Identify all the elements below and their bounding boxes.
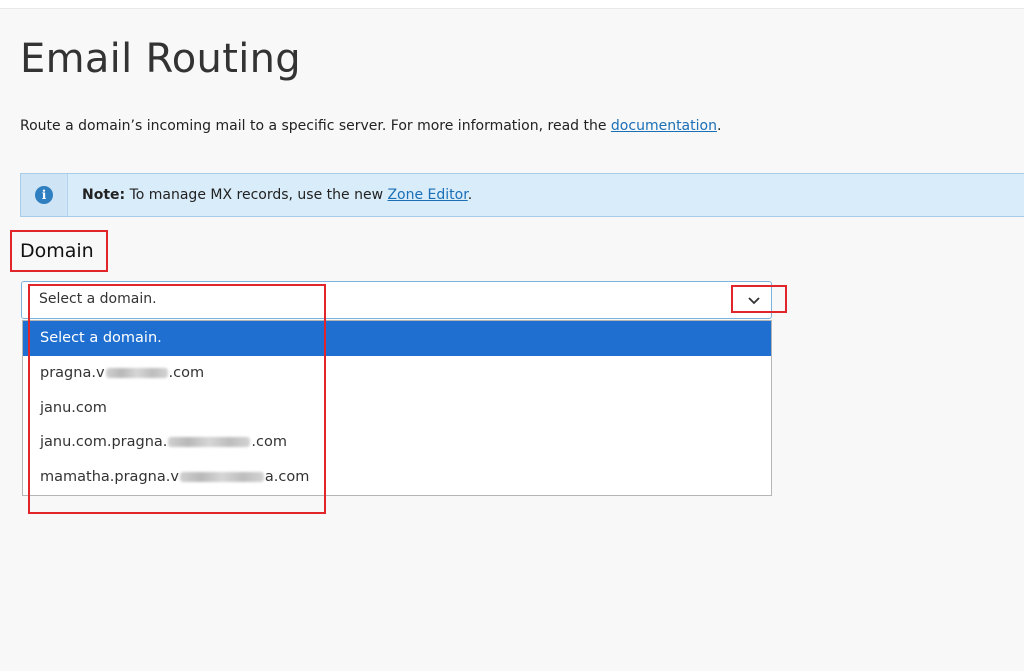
note-period: . bbox=[467, 187, 473, 203]
domain-option[interactable]: janu.com.pragna. .com bbox=[23, 425, 771, 460]
intro-period: . bbox=[716, 118, 722, 134]
domain-select[interactable]: Select a domain. bbox=[21, 281, 772, 319]
domain-option[interactable]: mamatha.pragna.v a.com bbox=[23, 460, 771, 495]
option-label: pragna.v bbox=[40, 364, 105, 381]
note-banner: i Note: To manage MX records, use the ne… bbox=[20, 173, 1024, 217]
note-label: Note: bbox=[82, 187, 126, 203]
chevron-down-icon[interactable] bbox=[747, 293, 761, 307]
domain-option[interactable]: janu.com bbox=[23, 391, 771, 426]
intro-description: Route a domain’s incoming mail to a spec… bbox=[20, 118, 607, 134]
option-label: janu.com.pragna. bbox=[40, 434, 168, 451]
option-label: Select a domain. bbox=[40, 330, 162, 346]
option-suffix: .com bbox=[168, 364, 205, 381]
zone-editor-link[interactable]: Zone Editor bbox=[387, 187, 467, 203]
option-label: mamatha.pragna.v bbox=[40, 469, 179, 486]
top-bar bbox=[0, 0, 1024, 9]
domain-option[interactable]: pragna.v .com bbox=[23, 356, 771, 391]
intro-text: Route a domain’s incoming mail to a spec… bbox=[20, 118, 721, 134]
domain-select-value: Select a domain. bbox=[39, 291, 157, 307]
note-icon-box: i bbox=[21, 174, 68, 216]
option-label: janu.com bbox=[40, 399, 107, 416]
page-title: Email Routing bbox=[20, 36, 301, 82]
documentation-link[interactable]: documentation bbox=[611, 118, 717, 134]
domain-dropdown-list: Select a domain. pragna.v .com janu.com j… bbox=[22, 320, 772, 496]
redacted-text bbox=[168, 437, 251, 448]
domain-label: Domain bbox=[20, 240, 94, 262]
redacted-text bbox=[105, 367, 168, 378]
info-icon: i bbox=[35, 186, 53, 204]
note-message: To manage MX records, use the new bbox=[129, 187, 384, 203]
domain-option-select[interactable]: Select a domain. bbox=[23, 321, 771, 356]
option-suffix: a.com bbox=[264, 469, 310, 486]
note-text: Note: To manage MX records, use the new … bbox=[82, 187, 472, 203]
option-suffix: .com bbox=[251, 434, 287, 451]
redacted-text bbox=[179, 472, 264, 483]
